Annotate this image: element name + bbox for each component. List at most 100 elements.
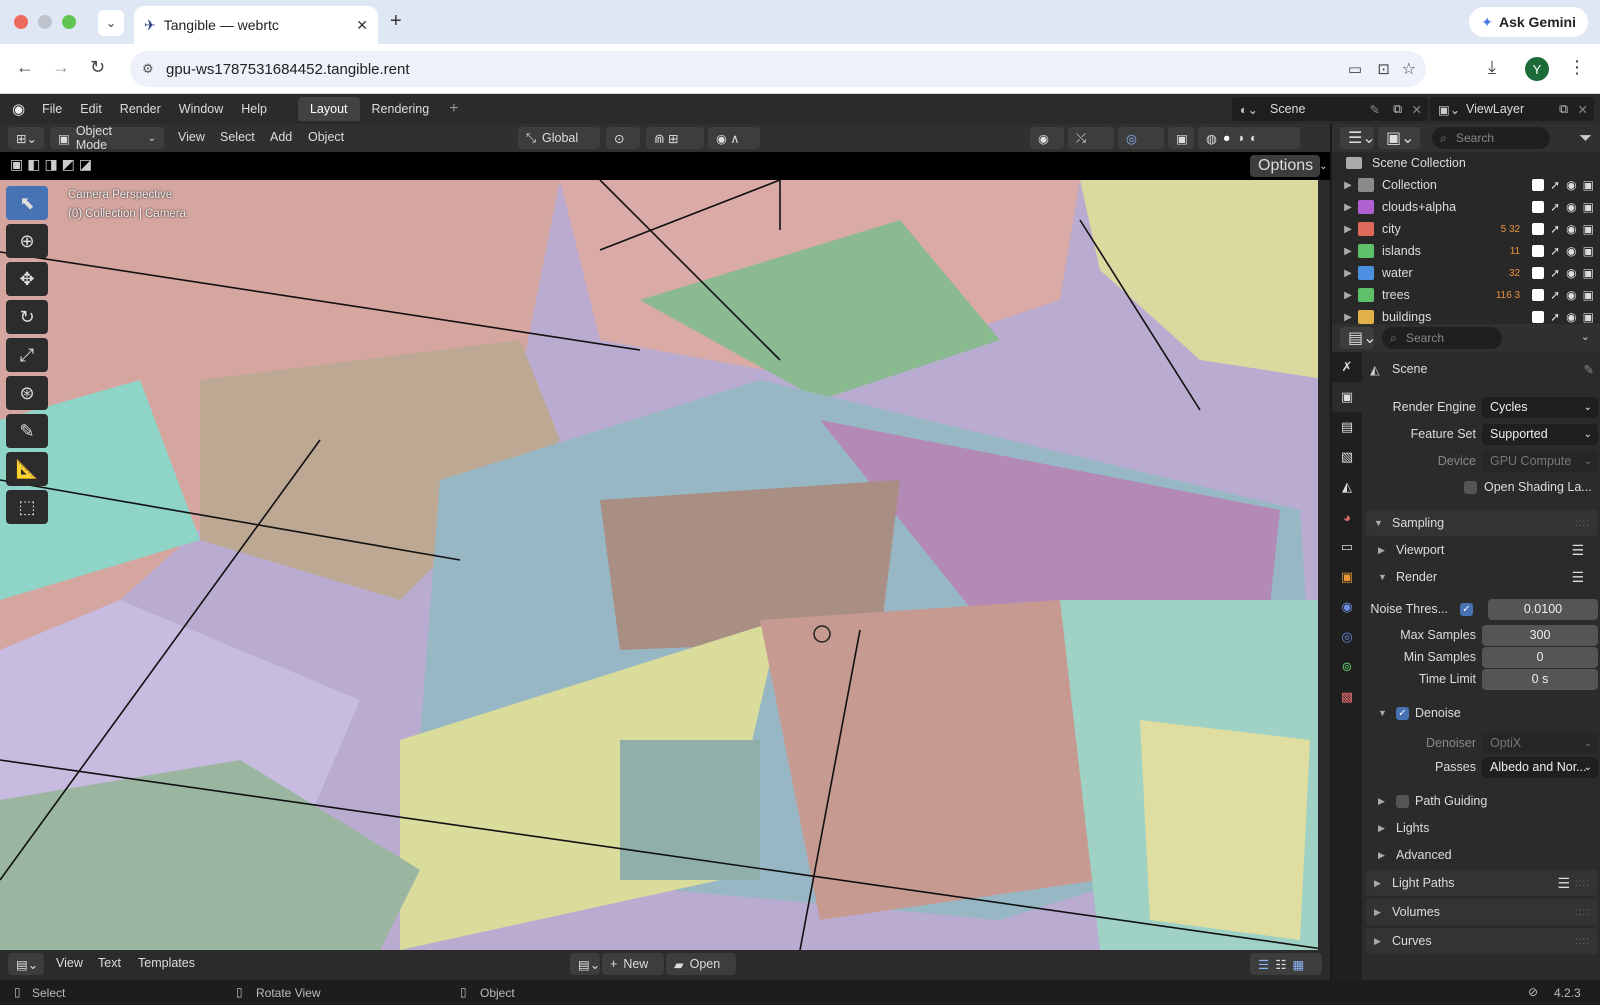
world-tab[interactable]: ◕ — [1332, 502, 1362, 532]
delete-viewlayer-icon[interactable]: ✕ — [1578, 102, 1588, 117]
xray-button[interactable]: ▣ — [1168, 127, 1194, 149]
minimize-window-button[interactable] — [38, 15, 52, 29]
eye-icon[interactable]: ◉ — [1566, 288, 1576, 302]
menu-view[interactable]: View — [178, 130, 205, 144]
output-tab[interactable]: ▤ — [1332, 412, 1362, 442]
noise-threshold-checkbox[interactable]: ✓ — [1460, 602, 1473, 616]
pivot-point-button[interactable]: ⊙ — [606, 127, 640, 149]
chevron-right-icon[interactable]: ▶ — [1338, 224, 1358, 235]
outliner-collection-row[interactable]: ▶ Collection ➚ ◉ ▣ — [1332, 174, 1600, 196]
site-info-icon[interactable]: ⚙ — [142, 61, 154, 77]
add-cube-tool[interactable]: ⬚ — [6, 490, 48, 524]
outliner-collection-row[interactable]: ▶ trees 116 3 ➚ ◉ ▣ — [1332, 284, 1600, 306]
gizmo-button[interactable]: ⤯ — [1068, 127, 1114, 149]
chevron-right-icon[interactable]: ▶ — [1338, 312, 1358, 323]
editor-type-button[interactable]: ⊞⌄ — [8, 127, 44, 149]
text-menu-view[interactable]: View — [56, 956, 83, 970]
viewlayer-selector[interactable]: ▣⌄ ViewLayer ⧉ ✕ — [1430, 97, 1594, 121]
annotate-tool[interactable]: ✎ — [6, 414, 48, 448]
transform-tool[interactable]: ⊛ — [6, 376, 48, 410]
noise-threshold-field[interactable]: 0.0100 — [1488, 598, 1598, 620]
time-limit-field[interactable]: 0 s — [1482, 668, 1598, 690]
tool-tab[interactable]: ✗ — [1332, 352, 1362, 382]
chevron-right-icon[interactable]: ▶ — [1338, 202, 1358, 213]
outliner-collection-row[interactable]: ▶ islands 11 ➚ ◉ ▣ — [1332, 240, 1600, 262]
word-wrap-icon[interactable]: ☷ — [1275, 957, 1286, 972]
chevron-right-icon[interactable]: ▶ — [1338, 180, 1358, 191]
scene-tab[interactable]: ◭ — [1332, 472, 1362, 502]
transform-orientation-selector[interactable]: ⤡ Global — [518, 127, 600, 149]
text-menu-templates[interactable]: Templates — [138, 956, 195, 970]
scene-collection-row[interactable]: Scene Collection — [1332, 152, 1600, 174]
rendered-shading-icon[interactable]: ◐ — [1250, 131, 1258, 145]
denoise-subpanel-header[interactable]: ▼ ✓ Denoise — [1378, 700, 1598, 726]
shading-mode-buttons[interactable]: ◍ ● ◑ ◐ — [1198, 127, 1300, 149]
outliner-editor-type[interactable]: ☰⌄ — [1340, 127, 1376, 149]
install-app-icon[interactable]: ⊡ — [1377, 60, 1390, 78]
line-numbers-icon[interactable]: ☰ — [1258, 957, 1269, 972]
presets-list-icon[interactable]: ☰ — [1557, 875, 1570, 892]
text-display-toggles[interactable]: ☰ ☷ ▦ — [1250, 953, 1322, 975]
reload-icon[interactable]: ↻ — [90, 57, 105, 78]
drag-handle-icon[interactable]: :::: — [1575, 936, 1590, 947]
open-text-button[interactable]: ▰ Open — [666, 953, 736, 975]
display-mode-selector[interactable]: ▣⌄ — [1378, 127, 1420, 149]
passes-dropdown[interactable]: Albedo and Nor... ⌄ — [1482, 756, 1598, 778]
select-arrow-icon[interactable]: ➚ — [1550, 178, 1560, 192]
denoiser-dropdown[interactable]: OptiX ⌄ — [1482, 732, 1598, 754]
mode-selector[interactable]: ▣ Object Mode ⌄ — [50, 124, 164, 152]
back-icon[interactable]: ← — [16, 57, 34, 78]
text-editor-type-button[interactable]: ▤⌄ — [8, 953, 44, 975]
blender-logo-icon[interactable]: ◉ — [0, 100, 33, 118]
material-shading-icon[interactable]: ◑ — [1236, 131, 1244, 145]
menu-help[interactable]: Help — [232, 102, 276, 116]
menu-render[interactable]: Render — [111, 102, 170, 116]
eye-icon[interactable]: ◉ — [1566, 266, 1576, 280]
select-arrow-icon[interactable]: ➚ — [1550, 310, 1560, 324]
select-arrow-icon[interactable]: ➚ — [1550, 244, 1560, 258]
new-tab-button[interactable]: + — [390, 10, 402, 33]
select-box-tool[interactable]: ⬉ — [6, 186, 48, 220]
outliner-collection-row[interactable]: ▶ buildings ➚ ◉ ▣ — [1332, 306, 1600, 324]
menu-window[interactable]: Window — [170, 102, 232, 116]
viewport-subpanel-header[interactable]: ▶ Viewport ☰ — [1378, 537, 1598, 563]
camera-icon[interactable]: ▣ — [1583, 200, 1594, 214]
solid-shading-icon[interactable]: ● — [1223, 131, 1231, 145]
download-icon[interactable]: ⤓ — [1488, 57, 1496, 78]
cursor-tool[interactable]: ⊕ — [6, 224, 48, 258]
eye-icon[interactable]: ◉ — [1566, 244, 1576, 258]
chevron-right-icon[interactable]: ▶ — [1338, 290, 1358, 301]
outliner-collection-row[interactable]: ▶ water 32 ➚ ◉ ▣ — [1332, 262, 1600, 284]
tab-close-icon[interactable]: ✕ — [356, 17, 368, 34]
advanced-subpanel-header[interactable]: ▶ Advanced — [1378, 842, 1598, 868]
pin-icon[interactable]: ✎ — [1584, 362, 1594, 377]
selection-mode-icons[interactable]: ▣◧◨◩◪ — [10, 156, 96, 173]
new-text-button[interactable]: + New — [602, 953, 664, 975]
new-viewlayer-icon[interactable]: ⧉ — [1559, 102, 1568, 117]
3d-viewport[interactable]: Camera Perspective (0) Collection | Came… — [0, 180, 1330, 950]
select-arrow-icon[interactable]: ➚ — [1550, 200, 1560, 214]
syntax-icon[interactable]: ▦ — [1292, 957, 1304, 972]
eye-icon[interactable]: ◉ — [1566, 310, 1576, 324]
new-scene-icon[interactable]: ⧉ — [1393, 102, 1402, 117]
measure-tool[interactable]: 📐 — [6, 452, 48, 486]
outliner-collection-row[interactable]: ▶ city 5 32 ➚ ◉ ▣ — [1332, 218, 1600, 240]
snapping-button[interactable]: ⋒ ⊞ — [646, 127, 704, 149]
exclude-checkbox[interactable] — [1532, 223, 1545, 235]
object-tab[interactable]: ▣ — [1332, 562, 1362, 592]
drag-handle-icon[interactable]: :::: — [1575, 907, 1590, 918]
view-layer-tab[interactable]: ▧ — [1332, 442, 1362, 472]
render-tab[interactable]: ▣ — [1332, 382, 1362, 412]
physics-tab[interactable]: ◎ — [1332, 622, 1362, 652]
rotate-tool[interactable]: ↻ — [6, 300, 48, 334]
camera-icon[interactable]: ▣ — [1583, 288, 1594, 302]
min-samples-field[interactable]: 0 — [1482, 646, 1598, 668]
path-guiding-subpanel-header[interactable]: ▶ Path Guiding — [1378, 788, 1598, 814]
move-tool[interactable]: ✥ — [6, 262, 48, 296]
presets-list-icon[interactable]: ☰ — [1571, 542, 1584, 559]
wireframe-shading-icon[interactable]: ◍ — [1206, 131, 1217, 146]
ask-gemini-button[interactable]: ✦ Ask Gemini — [1469, 7, 1588, 37]
lights-subpanel-header[interactable]: ▶ Lights — [1378, 815, 1598, 841]
light-paths-panel-header[interactable]: ▶ Light Paths ☰ :::: — [1366, 870, 1598, 896]
pin-icon[interactable]: ✎ — [1370, 102, 1380, 117]
